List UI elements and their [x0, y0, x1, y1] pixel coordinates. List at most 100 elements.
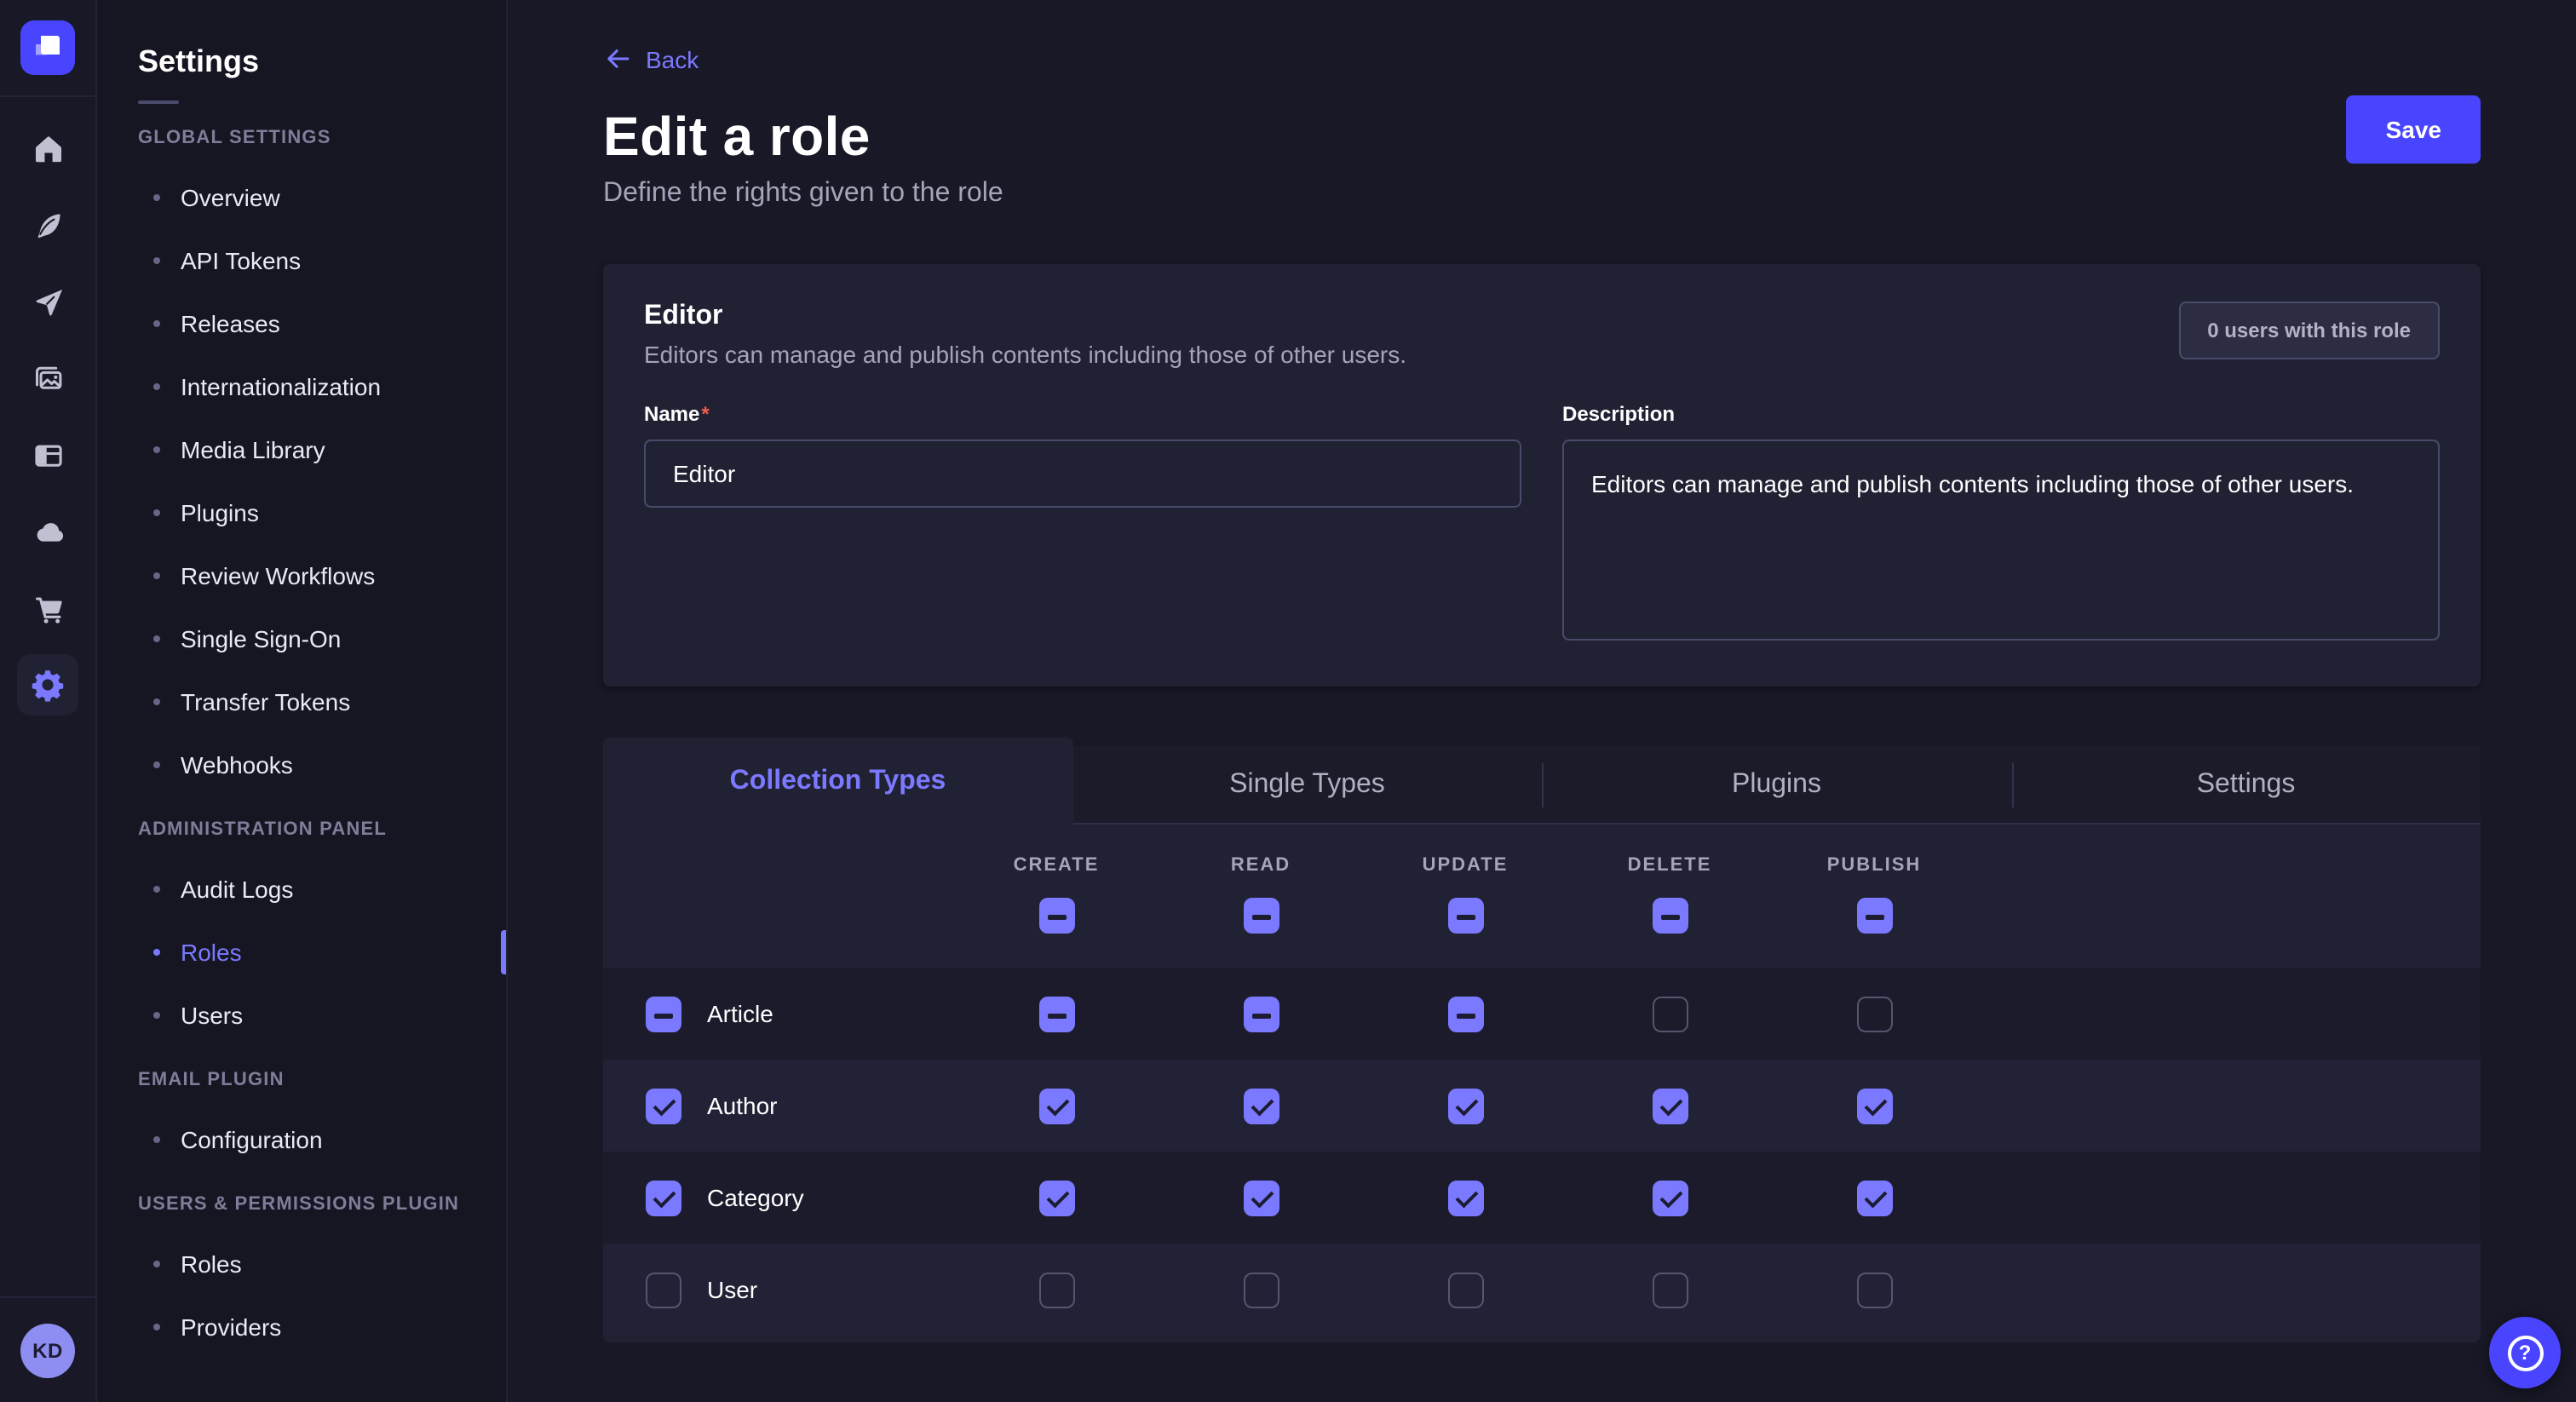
- strapi-logo[interactable]: [20, 20, 75, 75]
- select-all-delete-checkbox[interactable]: [1652, 898, 1688, 934]
- bullet-icon: [153, 885, 160, 892]
- row-select-checkbox[interactable]: [646, 1088, 681, 1123]
- article-create-checkbox[interactable]: [1038, 996, 1074, 1031]
- user-update-checkbox[interactable]: [1447, 1272, 1483, 1307]
- users-permissions-list: Roles Providers: [97, 1232, 506, 1358]
- user-create-checkbox[interactable]: [1038, 1272, 1074, 1307]
- sidebar-item-label: Roles: [181, 938, 242, 965]
- help-button[interactable]: ?: [2489, 1317, 2561, 1388]
- page-title: Edit a role: [603, 106, 2481, 169]
- author-publish-checkbox[interactable]: [1856, 1088, 1892, 1123]
- required-asterisk: *: [701, 402, 709, 426]
- sidebar-item-users[interactable]: Users: [97, 983, 506, 1046]
- sidebar-item-label: Overview: [181, 183, 280, 210]
- row-label: Author: [707, 1092, 778, 1119]
- article-delete-checkbox[interactable]: [1652, 996, 1688, 1031]
- sidebar-item-configuration[interactable]: Configuration: [97, 1107, 506, 1170]
- permissions-tabs: Collection Types Single Types Plugins Se…: [603, 738, 2481, 825]
- content-manager-icon[interactable]: [17, 424, 78, 486]
- role-card-header: Editor Editors can manage and publish co…: [644, 302, 2440, 368]
- name-input[interactable]: [644, 440, 1521, 508]
- home-icon[interactable]: [17, 118, 78, 179]
- article-update-checkbox[interactable]: [1447, 996, 1483, 1031]
- column-header-create: CREATE: [954, 855, 1159, 876]
- media-library-icon[interactable]: [17, 348, 78, 409]
- bullet-icon: [153, 509, 160, 515]
- role-details-card: Editor Editors can manage and publish co…: [603, 264, 2481, 687]
- save-button[interactable]: Save: [2347, 95, 2481, 164]
- sidebar-item-transfer-tokens[interactable]: Transfer Tokens: [97, 669, 506, 733]
- row-select-checkbox[interactable]: [646, 1272, 681, 1307]
- role-description-text: Editors can manage and publish contents …: [644, 341, 1406, 368]
- select-all-read-checkbox[interactable]: [1243, 898, 1279, 934]
- back-link[interactable]: Back: [603, 44, 699, 73]
- sidebar-item-media-library[interactable]: Media Library: [97, 417, 506, 480]
- tab-collection-types[interactable]: Collection Types: [603, 738, 1072, 825]
- category-read-checkbox[interactable]: [1243, 1180, 1279, 1215]
- sidebar-item-up-roles[interactable]: Roles: [97, 1232, 506, 1295]
- row-select-checkbox[interactable]: [646, 996, 681, 1031]
- sidebar-item-internationalization[interactable]: Internationalization: [97, 354, 506, 417]
- select-all-create-checkbox[interactable]: [1038, 898, 1074, 934]
- sidebar-item-roles[interactable]: Roles: [97, 920, 506, 983]
- column-header-checkboxes: [603, 898, 2481, 934]
- bullet-icon: [153, 319, 160, 326]
- settings-gear-icon[interactable]: [17, 654, 78, 715]
- bullet-icon: [153, 635, 160, 641]
- user-read-checkbox[interactable]: [1243, 1272, 1279, 1307]
- select-all-publish-checkbox[interactable]: [1856, 898, 1892, 934]
- sidebar-item-label: Releases: [181, 309, 280, 336]
- article-read-checkbox[interactable]: [1243, 996, 1279, 1031]
- sidebar-item-label: Internationalization: [181, 372, 381, 399]
- feather-icon[interactable]: [17, 194, 78, 256]
- bullet-icon: [153, 256, 160, 263]
- sidebar-item-webhooks[interactable]: Webhooks: [97, 733, 506, 796]
- category-update-checkbox[interactable]: [1447, 1180, 1483, 1215]
- row-label: Article: [707, 1000, 773, 1027]
- category-publish-checkbox[interactable]: [1856, 1180, 1892, 1215]
- tab-single-types[interactable]: Single Types: [1072, 746, 1542, 825]
- sidebar-item-releases[interactable]: Releases: [97, 291, 506, 354]
- author-create-checkbox[interactable]: [1038, 1088, 1074, 1123]
- send-icon[interactable]: [17, 271, 78, 332]
- select-all-update-checkbox[interactable]: [1447, 898, 1483, 934]
- bullet-icon: [153, 1323, 160, 1330]
- bullet-icon: [153, 445, 160, 452]
- sidebar-item-overview[interactable]: Overview: [97, 165, 506, 228]
- bullet-icon: [153, 1260, 160, 1267]
- section-label-email-plugin: EMAIL PLUGIN: [138, 1070, 506, 1094]
- user-delete-checkbox[interactable]: [1652, 1272, 1688, 1307]
- bullet-icon: [153, 382, 160, 389]
- sidebar-item-single-sign-on[interactable]: Single Sign-On: [97, 606, 506, 669]
- main-content: Back Edit a role Define the rights given…: [508, 0, 2576, 1402]
- user-avatar[interactable]: KD: [20, 1323, 75, 1377]
- email-plugin-list: Configuration: [97, 1107, 506, 1170]
- table-row-user: User: [603, 1244, 2481, 1336]
- sidebar-item-api-tokens[interactable]: API Tokens: [97, 228, 506, 291]
- category-delete-checkbox[interactable]: [1652, 1180, 1688, 1215]
- role-form-fields: Name* Description Editors can manage and…: [644, 399, 2440, 649]
- author-read-checkbox[interactable]: [1243, 1088, 1279, 1123]
- category-create-checkbox[interactable]: [1038, 1180, 1074, 1215]
- sidebar-item-review-workflows[interactable]: Review Workflows: [97, 543, 506, 606]
- tab-settings[interactable]: Settings: [2011, 746, 2481, 825]
- user-publish-checkbox[interactable]: [1856, 1272, 1892, 1307]
- marketplace-cart-icon[interactable]: [17, 577, 78, 639]
- administration-panel-list: Audit Logs Roles Users: [97, 857, 506, 1046]
- sidebar-item-label: Roles: [181, 1250, 242, 1277]
- article-publish-checkbox[interactable]: [1856, 996, 1892, 1031]
- bullet-icon: [153, 761, 160, 767]
- row-label: Category: [707, 1184, 804, 1211]
- description-textarea[interactable]: Editors can manage and publish contents …: [1562, 440, 2440, 641]
- author-update-checkbox[interactable]: [1447, 1088, 1483, 1123]
- sidebar-item-providers[interactable]: Providers: [97, 1295, 506, 1358]
- cloud-icon[interactable]: [17, 501, 78, 562]
- sidebar-item-audit-logs[interactable]: Audit Logs: [97, 857, 506, 920]
- users-with-role-badge[interactable]: 0 users with this role: [2178, 302, 2440, 359]
- sidebar-item-label: Configuration: [181, 1125, 323, 1152]
- author-delete-checkbox[interactable]: [1652, 1088, 1688, 1123]
- bullet-icon: [153, 572, 160, 578]
- row-select-checkbox[interactable]: [646, 1180, 681, 1215]
- sidebar-item-plugins[interactable]: Plugins: [97, 480, 506, 543]
- tab-plugins[interactable]: Plugins: [1542, 746, 2011, 825]
